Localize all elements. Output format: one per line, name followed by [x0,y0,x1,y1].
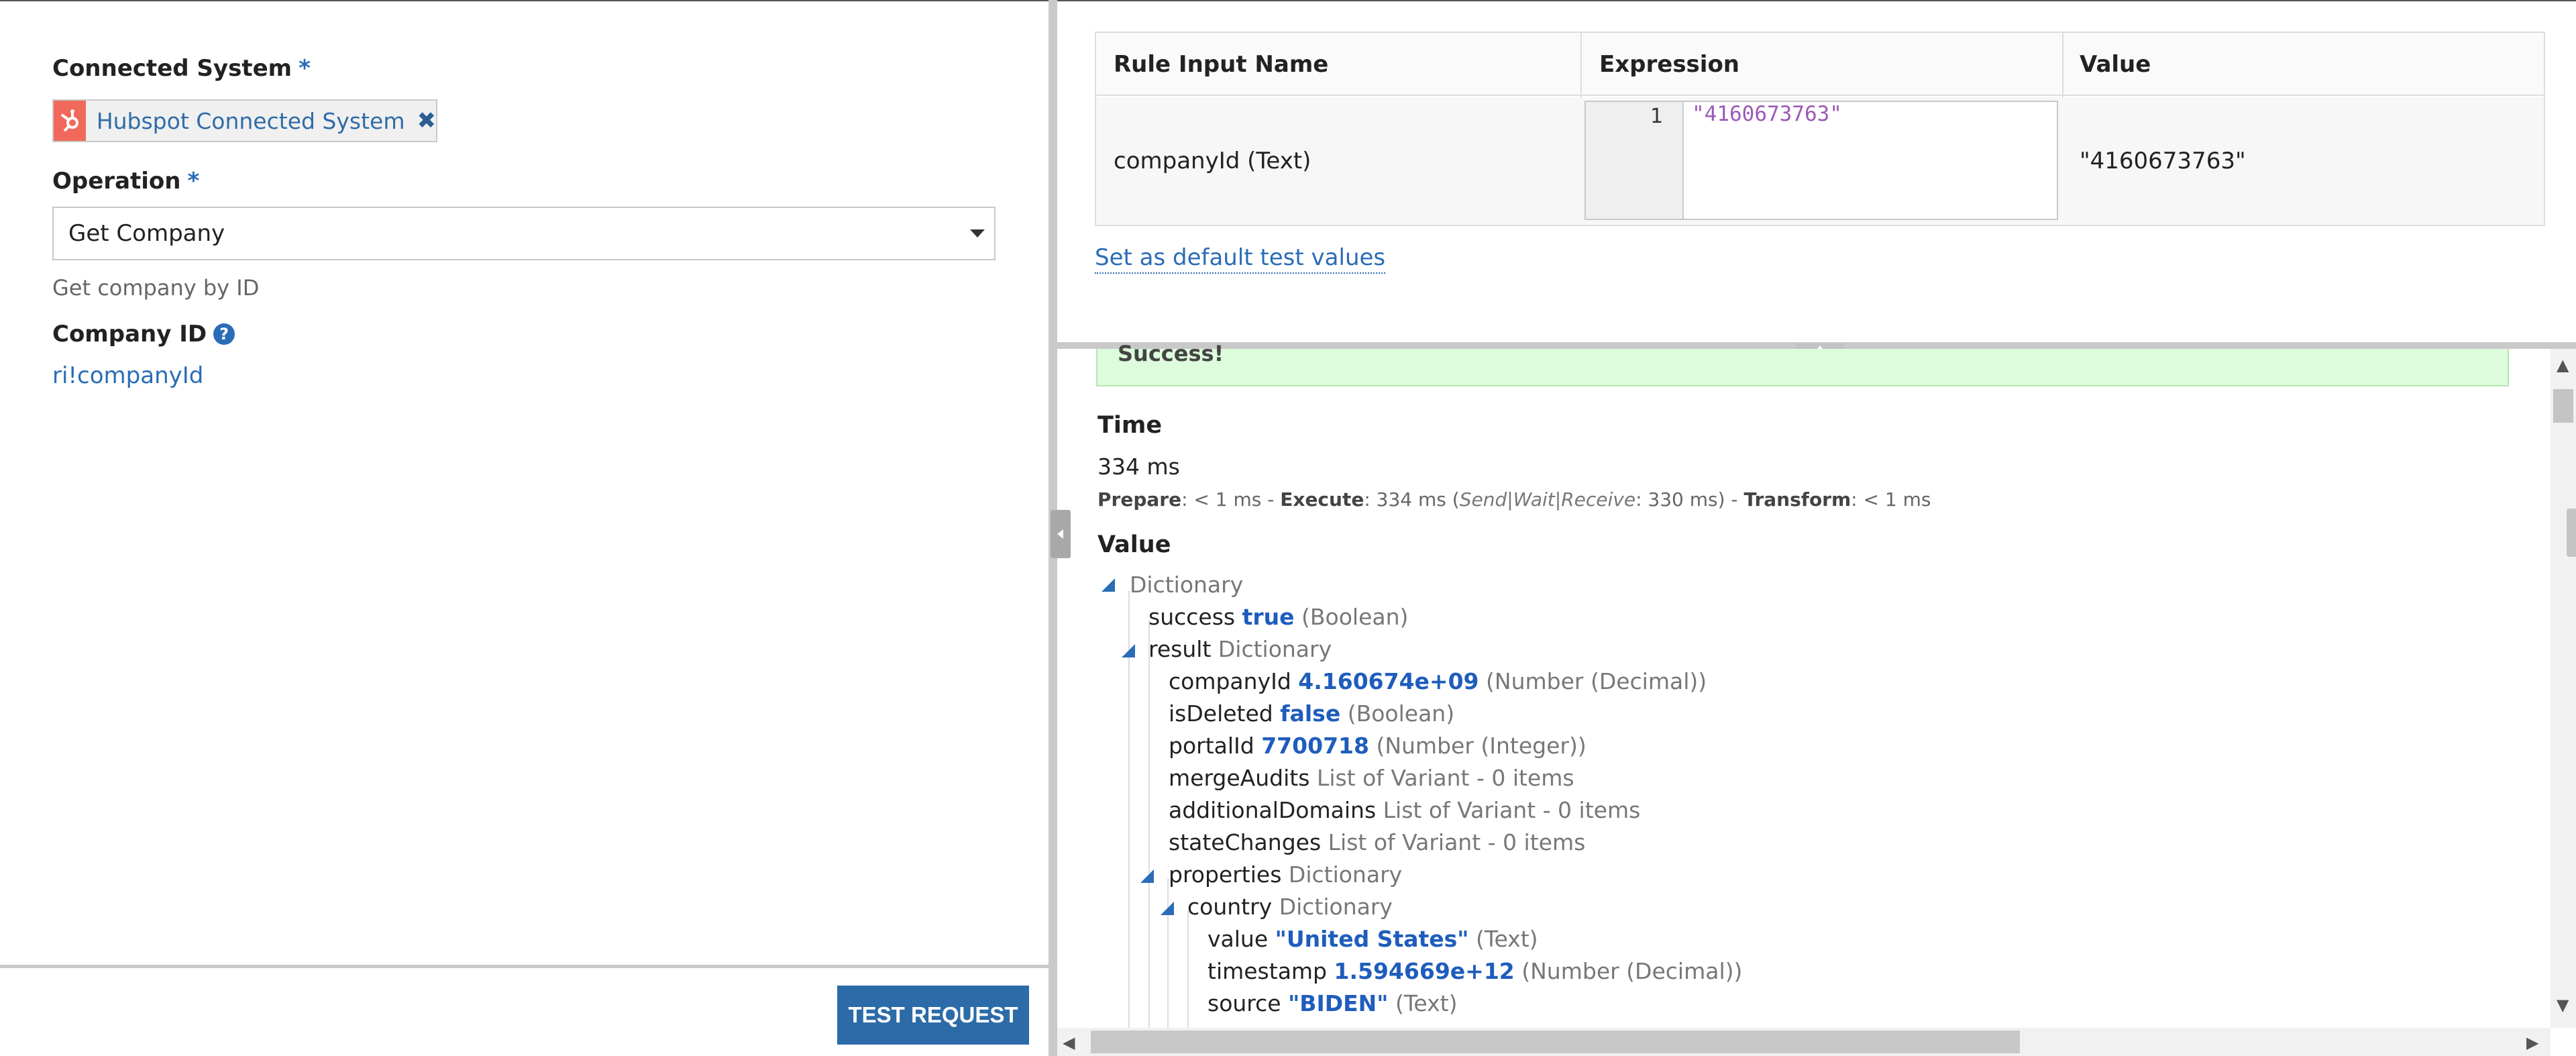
rule-input-name: companyId (Text) [1114,148,1311,174]
tree-guide [1148,620,1150,1029]
integration-designer: Connected System * Hubspot Connected Syst… [0,0,2576,1056]
operation-select[interactable]: Get Company [52,207,996,260]
scroll-up-icon[interactable]: ▲ [2557,356,2569,374]
tree-node-success: success true (Boolean) [1148,604,1409,630]
column-header-value: Value [2080,51,2151,78]
scroll-right-icon[interactable]: ▶ [2526,1033,2538,1052]
time-heading: Time [1097,412,1163,439]
tree-node-root: Dictionary [1130,572,1244,598]
scroll-down-icon[interactable]: ▼ [2557,996,2569,1014]
connected-system-pill[interactable]: Hubspot Connected System ✖ [52,99,437,142]
value-heading: Value [1097,531,1171,558]
tree-node-country-timestamp: timestamp 1.594669e+12 (Number (Decimal)… [1208,958,1743,984]
tree-node-mergeaudits: mergeAudits List of Variant - 0 items [1169,765,1574,791]
tree-expanded-icon[interactable] [1122,644,1135,657]
scroll-left-icon[interactable]: ◀ [1063,1033,1075,1052]
rule-input-value: "4160673763" [2080,148,2246,174]
expression-code[interactable]: "4160673763" [1692,102,1842,126]
operation-description: Get company by ID [52,275,260,301]
tree-node-isdeleted: isDeleted false (Boolean) [1169,700,1455,727]
chevron-down-icon [970,229,985,237]
tree-node-additionaldomains: additionalDomains List of Variant - 0 it… [1169,797,1641,823]
tree-guide [1187,911,1189,1029]
configuration-panel [0,0,1049,1056]
line-number: 1 [1650,105,1664,128]
operation-label: Operation * [52,168,200,195]
tree-expanded-icon[interactable] [1161,902,1174,915]
company-id-expression[interactable]: ri!companyId [52,362,203,389]
connected-system-name[interactable]: Hubspot Connected System [97,108,405,134]
column-header-name: Rule Input Name [1114,51,1329,78]
horizontal-scroll-thumb[interactable] [1091,1031,2020,1053]
tree-node-portalid: portalId 7700718 (Number (Integer)) [1169,733,1587,759]
tree-expanded-icon[interactable] [1140,869,1154,883]
tree-expanded-icon[interactable] [1102,578,1115,592]
tree-node-result: result Dictionary [1148,636,1332,662]
vertical-scroll-thumb[interactable] [2553,389,2573,423]
time-breakdown: Prepare: < 1 ms - Execute: 334 ms (Send|… [1097,488,1931,511]
success-banner [1096,349,2509,386]
tree-node-companyid: companyId 4.160674e+09 (Number (Decimal)… [1169,668,1707,694]
tree-node-statechanges: stateChanges List of Variant - 0 items [1169,829,1586,855]
tree-node-country-value: value "United States" (Text) [1208,926,1538,952]
required-marker: * [299,55,311,82]
tree-node-country-source: source "BIDEN" (Text) [1208,990,1458,1016]
required-marker: * [187,168,200,195]
remove-icon[interactable]: ✖ [417,107,437,134]
line-number-gutter [1586,102,1684,219]
time-value: 334 ms [1097,454,1180,480]
test-request-button[interactable]: TEST REQUEST [837,986,1029,1045]
company-id-label: Company ID? [52,321,235,348]
help-icon[interactable]: ? [213,323,235,345]
vertical-scrollbar[interactable] [2551,349,2576,1028]
success-message: Success! [1118,341,1224,366]
side-panel-tab[interactable] [2567,509,2576,557]
operation-select-value: Get Company [68,220,225,247]
column-header-expression: Expression [1599,51,1740,78]
connected-system-label: Connected System * [52,55,311,82]
hubspot-logo-icon [54,101,86,141]
tree-node-country: country Dictionary [1187,894,1393,920]
set-default-test-values-link[interactable]: Set as default test values [1095,244,1386,274]
tree-node-properties: properties Dictionary [1169,861,1403,888]
collapse-left-icon[interactable] [1051,510,1071,558]
value-tree: Dictionary success true (Boolean) result… [1097,566,2506,1029]
